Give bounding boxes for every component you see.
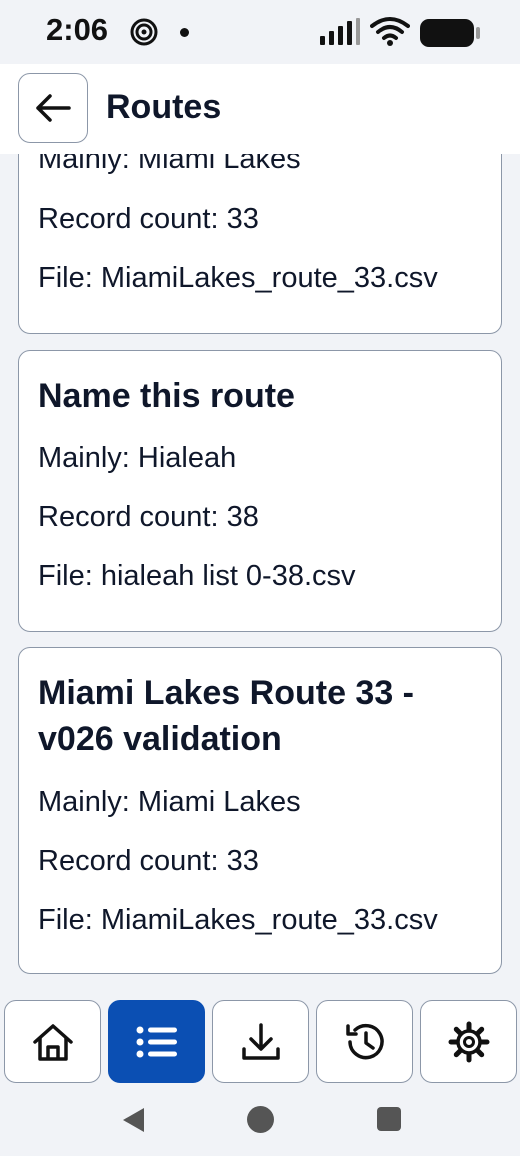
route-mainly: Mainly: Hialeah: [38, 442, 237, 474]
route-name: Name this route: [38, 377, 295, 415]
back-arrow-icon: [36, 94, 71, 122]
back-button[interactable]: [18, 73, 88, 143]
route-file: File: hialeah list 0-38.csv: [38, 560, 356, 592]
nav-home-button[interactable]: [4, 1000, 101, 1083]
route-file: File: MiamiLakes_route_33.csv: [38, 262, 438, 294]
routes-list[interactable]: Mainly: Miami Lakes Record count: 33 Fil…: [0, 154, 520, 992]
route-record-count: Record count: 38: [38, 501, 259, 533]
route-record-count: Record count: 33: [38, 845, 259, 877]
route-mainly: Mainly: Miami Lakes: [38, 786, 301, 818]
route-card[interactable]: Miami Lakes Route 33 - v026 validation M…: [18, 647, 502, 974]
list-icon: [136, 1026, 177, 1057]
nav-history-button[interactable]: [316, 1000, 413, 1083]
bottom-nav: [0, 992, 520, 1084]
system-recents-icon[interactable]: [377, 1107, 401, 1131]
route-card[interactable]: Mainly: Miami Lakes Record count: 33 Fil…: [18, 154, 502, 334]
signal-icon: [320, 18, 360, 45]
system-back-icon[interactable]: [120, 1106, 146, 1134]
notification-dot: [180, 28, 189, 37]
route-record-count: Record count: 33: [38, 203, 259, 235]
route-name: Miami Lakes Route 33 - v026 validation: [38, 674, 415, 758]
status-time: 2:06: [46, 12, 109, 47]
app-header: Routes: [0, 64, 520, 154]
nav-routes-button[interactable]: [108, 1000, 205, 1083]
at-sign-icon: [130, 18, 158, 46]
status-bar: 2:06: [0, 0, 520, 64]
settings-icon: [448, 1021, 489, 1062]
system-home-icon[interactable]: [247, 1106, 274, 1133]
history-icon: [345, 1023, 384, 1059]
home-icon: [32, 1023, 73, 1061]
nav-settings-button[interactable]: [420, 1000, 517, 1083]
nav-download-button[interactable]: [212, 1000, 309, 1083]
route-file: File: MiamiLakes_route_33.csv: [38, 904, 438, 936]
page-title: Routes: [106, 88, 222, 126]
route-mainly: Mainly: Miami Lakes: [38, 154, 301, 175]
download-icon: [241, 1022, 280, 1060]
system-nav-bar: [0, 1084, 520, 1156]
battery-icon: [420, 19, 480, 47]
wifi-icon: [370, 17, 410, 46]
route-card[interactable]: Name this route Mainly: Hialeah Record c…: [18, 350, 502, 632]
